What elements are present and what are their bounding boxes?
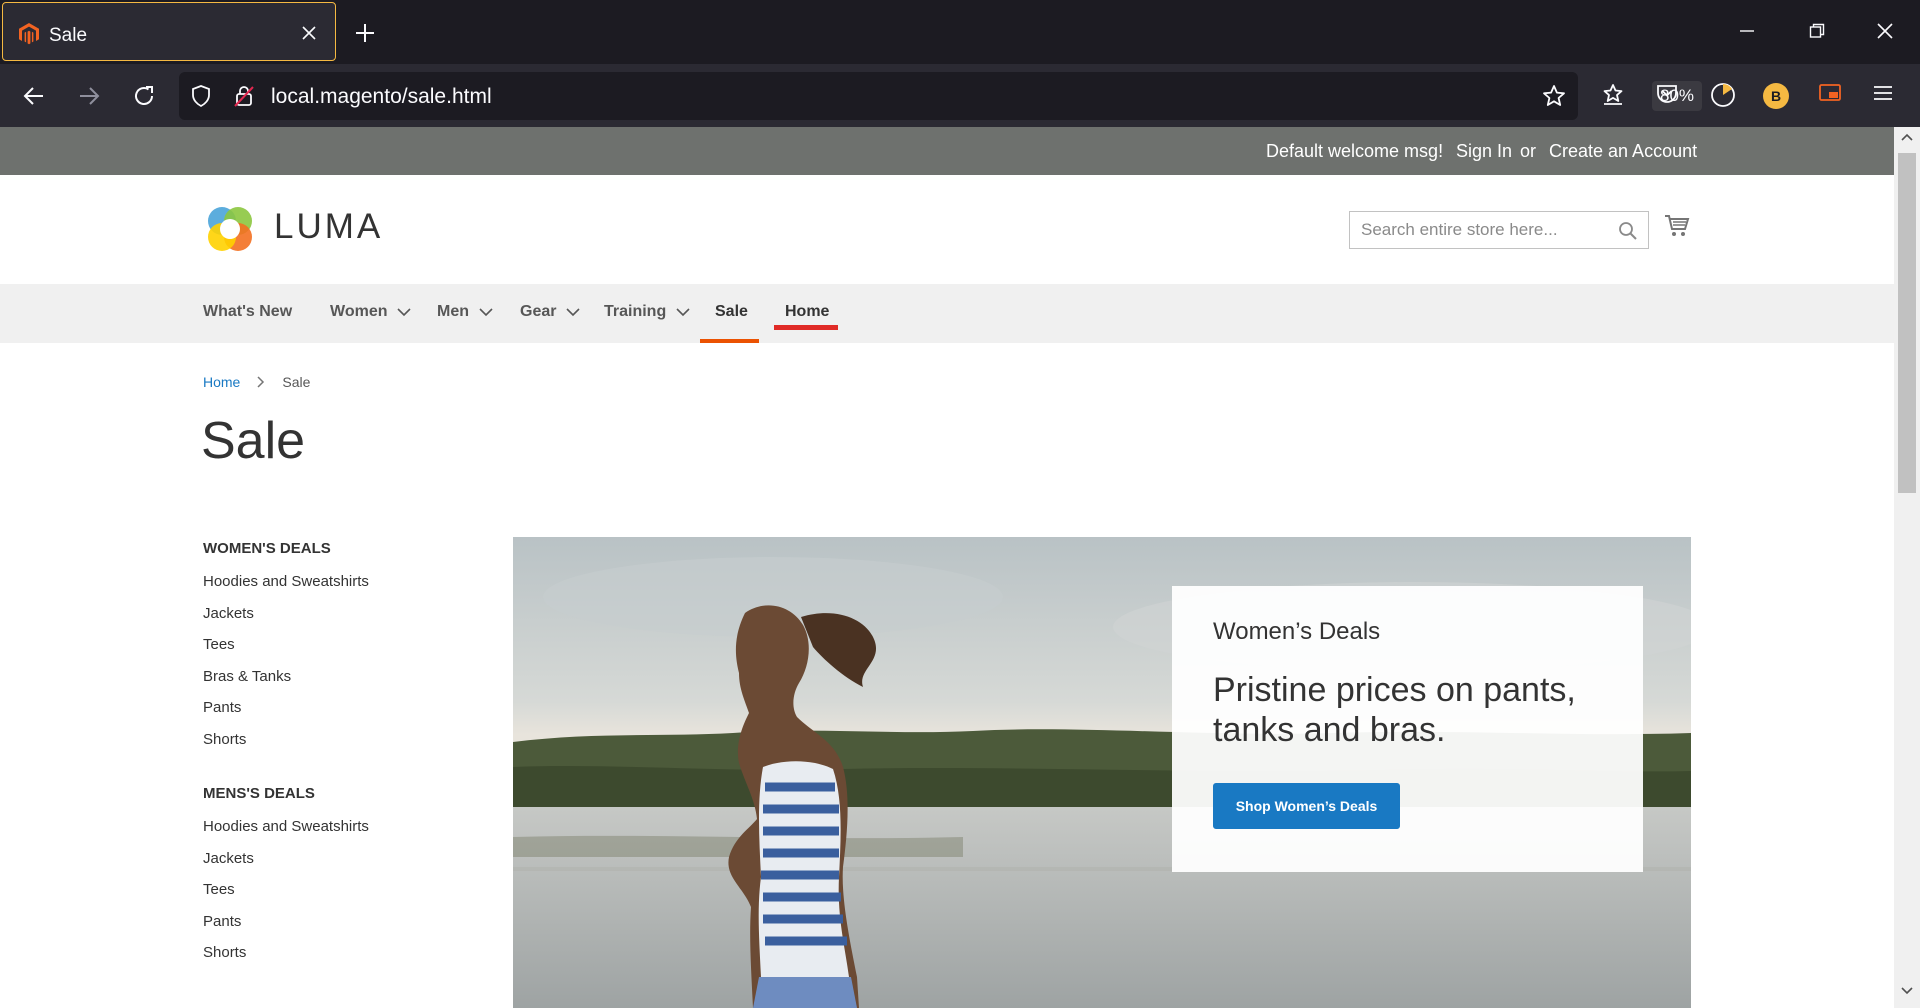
home-nav-underline [774,325,838,330]
breadcrumb: Home Sale [203,374,310,390]
sidebar-link[interactable]: Jackets [203,598,369,630]
womens-deals-promo-card: Women’s Deals Pristine prices on pants, … [1172,586,1643,872]
address-bar[interactable]: local.magento/sale.html 80% [179,72,1702,120]
sidebar-heading: MENS'S DEALS [203,785,315,802]
shopping-cart-icon[interactable] [1664,214,1690,238]
sidebar-link[interactable]: Tees [203,874,369,906]
nav-item-gear[interactable]: Gear [520,303,581,321]
browser-toolbar: local.magento/sale.html 80% B [0,64,1920,127]
profile-avatar[interactable]: B [1763,83,1789,109]
screen-share-icon[interactable] [1818,82,1842,104]
pocket-icon[interactable] [1655,82,1679,106]
magento-favicon-icon [19,23,39,45]
store-navigation: What's New Women Men Gear Training Sale … [0,284,1894,343]
promo-eyebrow: Women’s Deals [1213,618,1381,645]
shop-womens-deals-button[interactable]: Shop Women’s Deals [1213,783,1400,829]
top-panel-header: Default welcome msg! Sign In or Create a… [0,127,1894,175]
minimize-icon[interactable] [1738,22,1756,40]
sidebar-link[interactable]: Pants [203,906,369,938]
sidebar-link[interactable]: Shorts [203,724,369,756]
sidebar-heading: WOMEN'S DEALS [203,540,331,557]
active-nav-underline [700,339,759,343]
nav-item-women[interactable]: Women [330,303,412,321]
sidebar-link[interactable]: Hoodies and Sweatshirts [203,566,369,598]
mens-deals-group: MENS'S DEALS Hoodies and Sweatshirts Jac… [203,785,369,969]
tracking-protection-shield-icon[interactable] [191,85,211,107]
sidebar-link[interactable]: Shorts [203,937,369,969]
scroll-down-arrow-icon[interactable] [1901,987,1913,995]
nav-item-label: Sale [715,303,748,320]
search-input[interactable] [1350,212,1610,248]
chevron-down-icon [397,307,412,317]
nav-item-label: What's New [203,303,293,320]
store-search-box [1349,211,1649,249]
nav-item-home[interactable]: Home [785,303,829,321]
new-tab-icon[interactable] [354,22,376,44]
browser-tab-bar: Sale [0,0,1920,64]
sidebar-link[interactable]: Tees [203,629,369,661]
sidebar-link[interactable]: Bras & Tanks [203,661,369,693]
url-text[interactable]: local.magento/sale.html [271,85,492,109]
sidebar-link[interactable]: Hoodies and Sweatshirts [203,811,369,843]
browser-tab[interactable]: Sale [2,2,336,61]
sign-in-link[interactable]: Sign In [1456,141,1512,162]
create-account-link[interactable]: Create an Account [1549,141,1697,162]
nav-item-label: Home [785,303,830,320]
insecure-lock-icon[interactable] [234,84,254,108]
nav-item-label: Training [604,303,667,320]
scroll-up-arrow-icon[interactable] [1901,133,1913,141]
nav-item-sale[interactable]: Sale [715,303,748,321]
page-scrollbar[interactable] [1894,127,1920,1008]
sidebar-link[interactable]: Pants [203,692,369,724]
welcome-message: Default welcome msg! [1266,141,1444,161]
chevron-down-icon [566,307,581,317]
scrollbar-thumb[interactable] [1898,153,1916,493]
chevron-right-icon [257,376,265,388]
womens-deals-group: WOMEN'S DEALS Hoodies and Sweatshirts Ja… [203,540,369,755]
bookmarks-icon[interactable] [1601,82,1625,106]
tab-title: Sale [49,25,88,46]
nav-item-label: Gear [520,303,557,320]
chevron-down-icon [676,307,690,317]
breadcrumb-home-link[interactable]: Home [203,374,240,390]
chevron-down-icon [479,307,493,317]
close-window-icon[interactable] [1876,22,1894,40]
logo-wordmark[interactable]: LUMA [274,207,383,247]
nav-item-whats-new[interactable]: What's New [203,303,292,321]
breadcrumb-current: Sale [282,374,311,390]
nav-item-label: Women [330,303,388,320]
hamburger-menu-icon[interactable] [1872,82,1894,104]
luma-logo-icon[interactable] [202,201,258,257]
back-icon[interactable] [22,84,46,108]
nav-item-label: Men [437,303,469,320]
nav-item-training[interactable]: Training [604,303,690,321]
or-text: or [1520,141,1537,161]
search-icon[interactable] [1618,221,1638,241]
reload-icon[interactable] [132,84,156,108]
restore-icon[interactable] [1808,22,1826,40]
promo-headline: Pristine prices on pants, tanks and bras… [1213,671,1576,749]
sidebar-link[interactable]: Jackets [203,843,369,875]
page-viewport: Default welcome msg! Sign In or Create a… [0,127,1894,1008]
bookmark-star-icon[interactable] [1542,84,1566,108]
page-title: Sale [201,412,306,470]
close-tab-icon[interactable] [301,25,317,41]
timer-icon[interactable] [1710,82,1736,108]
nav-item-men[interactable]: Men [437,303,493,321]
sale-sidebar: WOMEN'S DEALS Hoodies and Sweatshirts Ja… [203,540,369,995]
forward-icon[interactable] [77,84,101,108]
